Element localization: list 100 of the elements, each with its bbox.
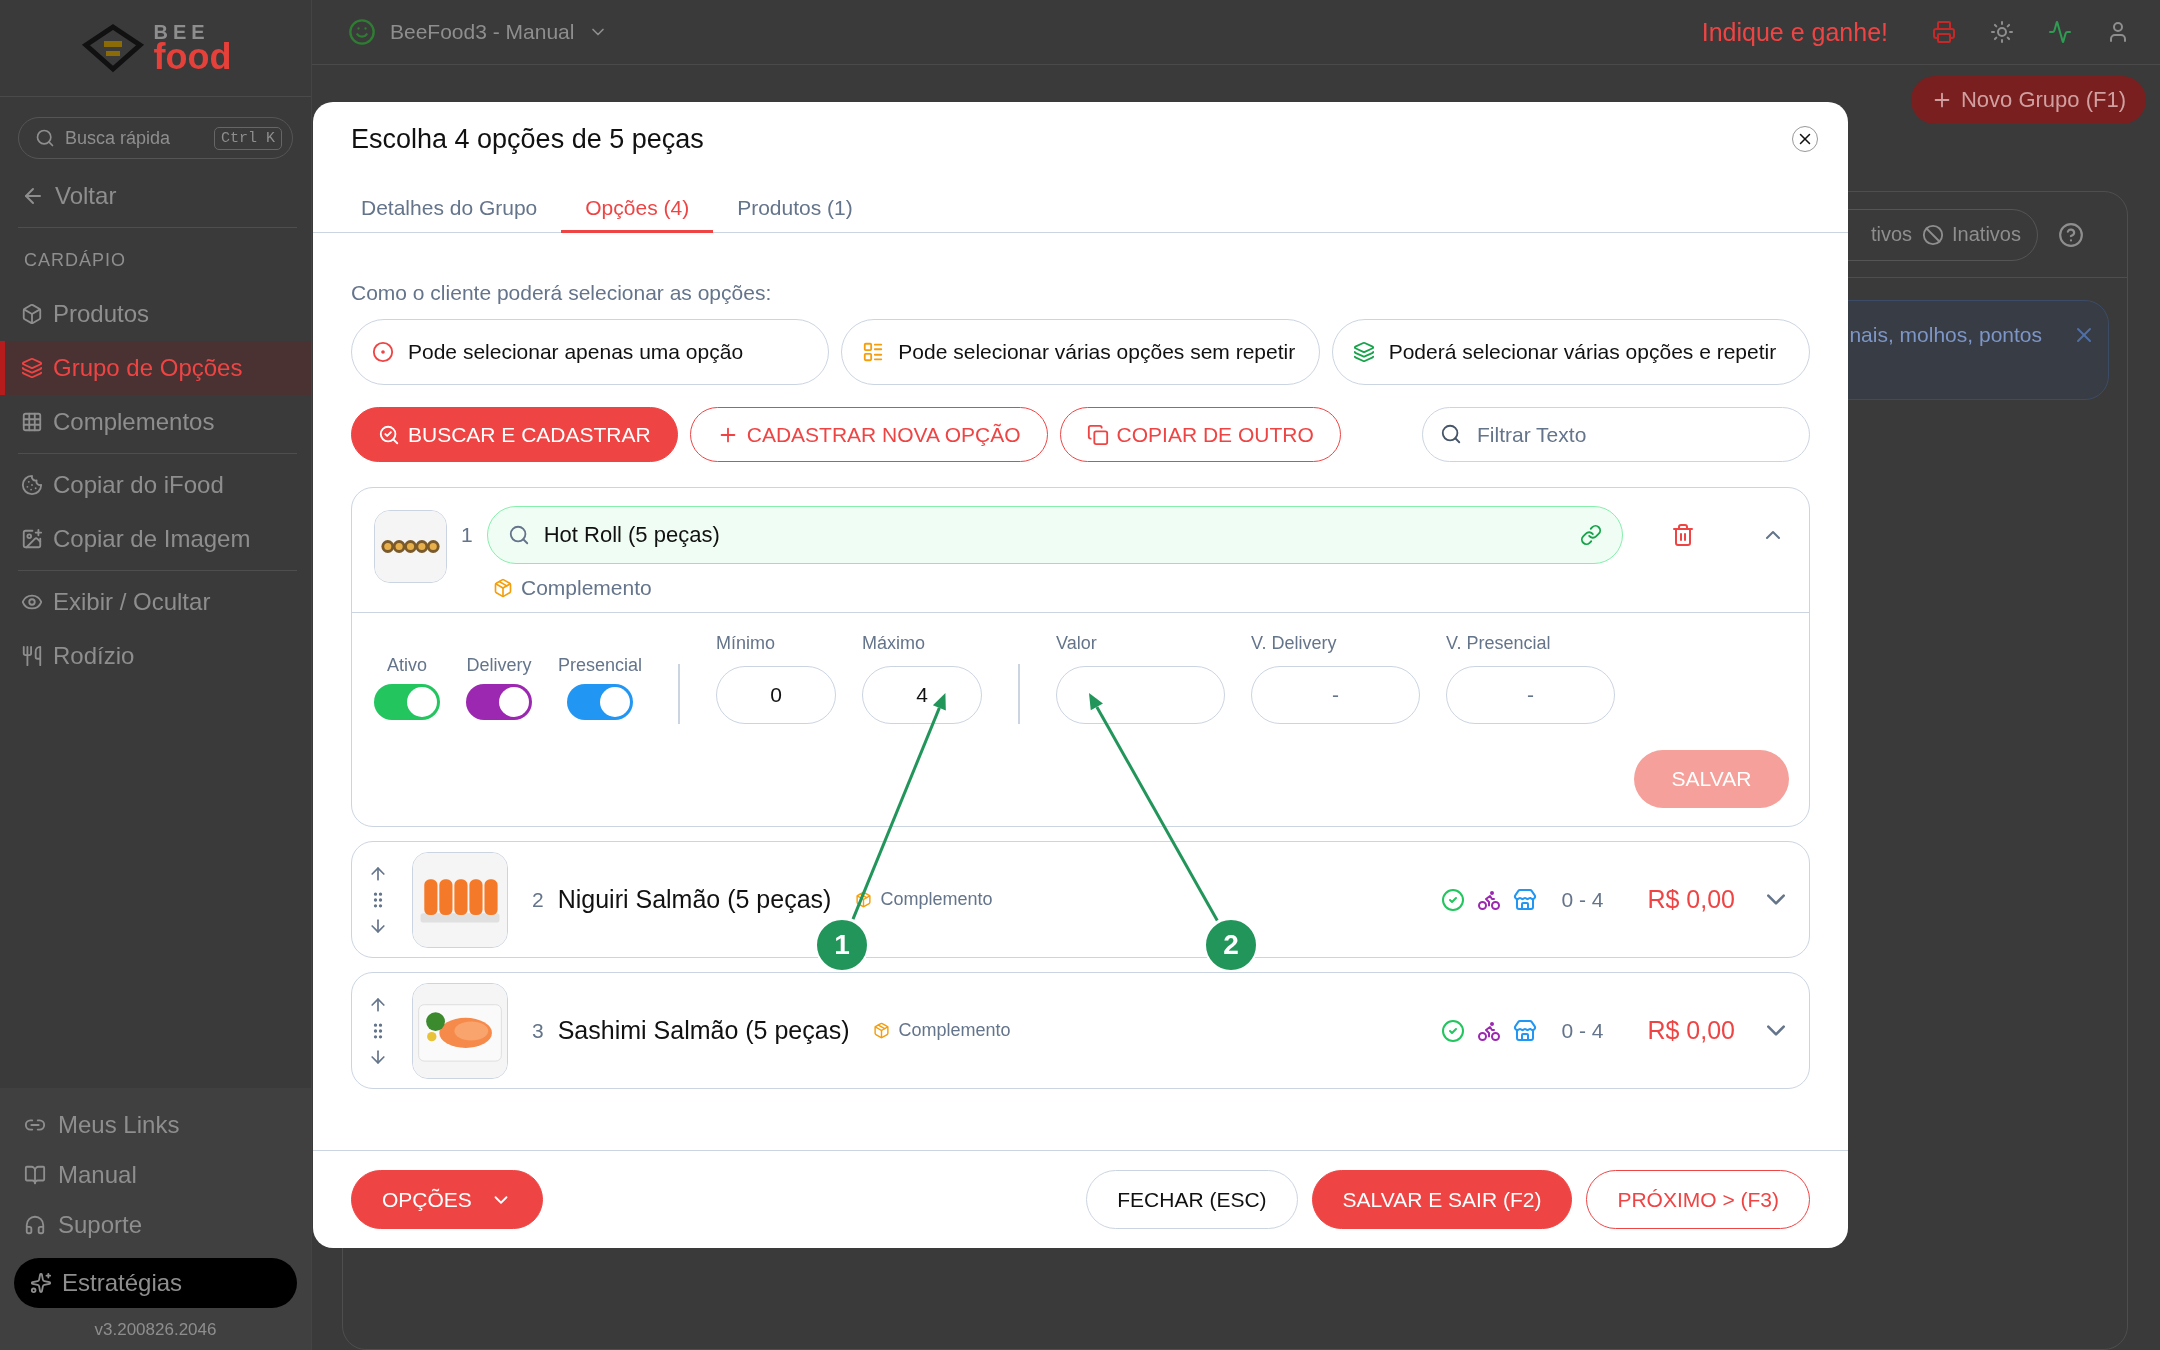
number-field[interactable]: 0	[716, 666, 837, 724]
search-icon	[378, 423, 400, 446]
footer-button[interactable]: SALVAR E SAIR (F2)	[1311, 1170, 1573, 1229]
tab[interactable]: Opções (4)	[561, 185, 714, 233]
copy-icon	[1086, 423, 1109, 446]
footer-button[interactable]: PRÓXIMO > (F3)	[1586, 1170, 1810, 1229]
sidebar-item[interactable]: Complementos	[0, 395, 311, 449]
selection-mode-option[interactable]: Poderá selecionar várias opções e repetir	[1331, 319, 1810, 385]
utensils-icon	[21, 645, 43, 667]
filter-label: tivos	[1870, 223, 1913, 246]
option-price: R$ 0,00	[1647, 1016, 1735, 1045]
number-field[interactable]: 4	[862, 666, 983, 724]
sidebar-item[interactable]: Produtos	[0, 287, 311, 341]
check-circle-icon	[1441, 1018, 1466, 1043]
option-number: 1	[461, 523, 473, 547]
footer-button[interactable]: FECHAR (ESC)	[1086, 1170, 1298, 1229]
price-field[interactable]: -	[1251, 666, 1421, 724]
toggle-label: Ativo	[387, 655, 427, 676]
printer-icon[interactable]	[1932, 20, 1956, 44]
sidebar-link[interactable]: Suporte	[14, 1202, 297, 1248]
option-name: Sashimi Salmão (5 peças)	[557, 1016, 850, 1045]
price-field[interactable]: -	[1446, 666, 1616, 724]
chevron-down-icon	[1767, 894, 1785, 905]
field-label: Mínimo	[716, 633, 777, 654]
section-label: CARDÁPIO	[23, 249, 128, 272]
close-button[interactable]	[1792, 126, 1818, 152]
trash-icon	[1671, 523, 1695, 547]
field-label: V. Presencial	[1446, 633, 1552, 654]
box-icon	[21, 303, 43, 325]
option-name-field[interactable]: Hot Roll (5 peças)	[486, 506, 1623, 564]
bee-logo-icon	[79, 23, 146, 73]
options-menu-button[interactable]: OPÇÕES	[351, 1170, 543, 1229]
circle-dot-icon	[372, 341, 394, 363]
workspace-selector[interactable]: BeeFood3 - Manual	[390, 20, 575, 44]
sidebar-item[interactable]: Copiar do iFood	[0, 458, 311, 512]
option-type: Complemento	[898, 1020, 1011, 1041]
action-button[interactable]: COPIAR DE OUTRO	[1059, 407, 1341, 462]
cookie-icon	[21, 474, 43, 496]
headphones-icon	[24, 1214, 46, 1236]
sparkles-icon	[30, 1272, 52, 1294]
notice-text: nais, molhos, pontos	[1849, 323, 2042, 347]
option-name: Niguiri Salmão (5 peças)	[557, 885, 832, 914]
layers-icon	[1352, 341, 1375, 363]
referral-link[interactable]: Indique e ganhe!	[1701, 17, 1888, 47]
strategies-button[interactable]: Estratégias	[14, 1258, 297, 1308]
filter-field[interactable]: Filtrar Texto	[1422, 407, 1810, 462]
workspace-icon[interactable]	[348, 18, 376, 46]
search-icon	[507, 524, 530, 546]
back-link[interactable]: Voltar	[0, 169, 311, 223]
package-icon	[873, 1022, 891, 1039]
option-type: Complemento	[521, 576, 652, 600]
link-icon	[1580, 524, 1602, 546]
version-label: v3.200826.2046	[93, 1319, 218, 1340]
toggle-switch[interactable]	[374, 684, 440, 720]
option-number: 2	[532, 887, 544, 912]
field-label: Máximo	[862, 633, 927, 654]
toggle-label: Presencial	[558, 655, 643, 676]
filter-label: Inativos	[1952, 223, 2021, 246]
action-button[interactable]: CADASTRAR NOVA OPÇÃO	[689, 407, 1048, 462]
package-icon	[855, 891, 873, 908]
sidebar-item[interactable]: Exibir / Ocultar	[0, 575, 311, 629]
activity-icon[interactable]	[2048, 20, 2072, 44]
list-icon	[862, 341, 885, 363]
package-icon	[493, 578, 513, 598]
sidebar-link[interactable]: Manual	[14, 1152, 297, 1198]
chevron-down-icon	[1767, 1025, 1785, 1036]
field-label: Valor	[1056, 633, 1098, 654]
selection-mode-option[interactable]: Pode selecionar várias opções sem repetir	[841, 319, 1320, 385]
store-icon	[1513, 887, 1538, 912]
toggle-label: Delivery	[466, 655, 532, 676]
search-icon	[35, 128, 55, 148]
search-icon	[1440, 423, 1462, 445]
logo-text: BEE	[153, 22, 210, 41]
book-icon	[24, 1164, 46, 1186]
selection-mode-option[interactable]: Pode selecionar apenas uma opção	[351, 319, 830, 385]
ban-icon	[1922, 223, 1945, 246]
selection-prompt: Como o cliente poderá selecionar as opções:	[351, 281, 773, 305]
sun-icon[interactable]	[1990, 20, 2014, 44]
dialog-title: Escolha 4 opções de 5 peças	[351, 123, 704, 155]
option-type: Complemento	[880, 889, 993, 910]
help-icon[interactable]	[2058, 221, 2084, 248]
check-circle-icon	[1441, 887, 1466, 912]
field-label: V. Delivery	[1251, 633, 1338, 654]
tab[interactable]: Detalhes do Grupo	[337, 185, 562, 233]
sidebar-item[interactable]: Rodízio	[0, 629, 311, 683]
image-icon	[21, 528, 43, 550]
sidebar-item[interactable]: Grupo de Opções	[0, 341, 311, 395]
grid-icon	[21, 411, 43, 433]
tab[interactable]: Produtos (1)	[713, 185, 877, 233]
layers-icon	[21, 357, 43, 379]
store-icon	[1513, 1018, 1538, 1043]
option-range: 0 - 4	[1561, 887, 1604, 912]
logo-text: food	[153, 40, 232, 74]
action-button[interactable]: BUSCAR E CADASTRAR	[351, 407, 678, 462]
option-range: 0 - 4	[1561, 1018, 1604, 1043]
toggle-switch[interactable]	[567, 684, 633, 720]
new-group-button[interactable]: Novo Grupo (F1)	[1910, 76, 2146, 124]
sidebar-item[interactable]: Copiar de Imagem	[0, 512, 311, 566]
toggle-switch[interactable]	[466, 684, 532, 720]
sidebar-link[interactable]: Meus Links	[14, 1102, 297, 1148]
